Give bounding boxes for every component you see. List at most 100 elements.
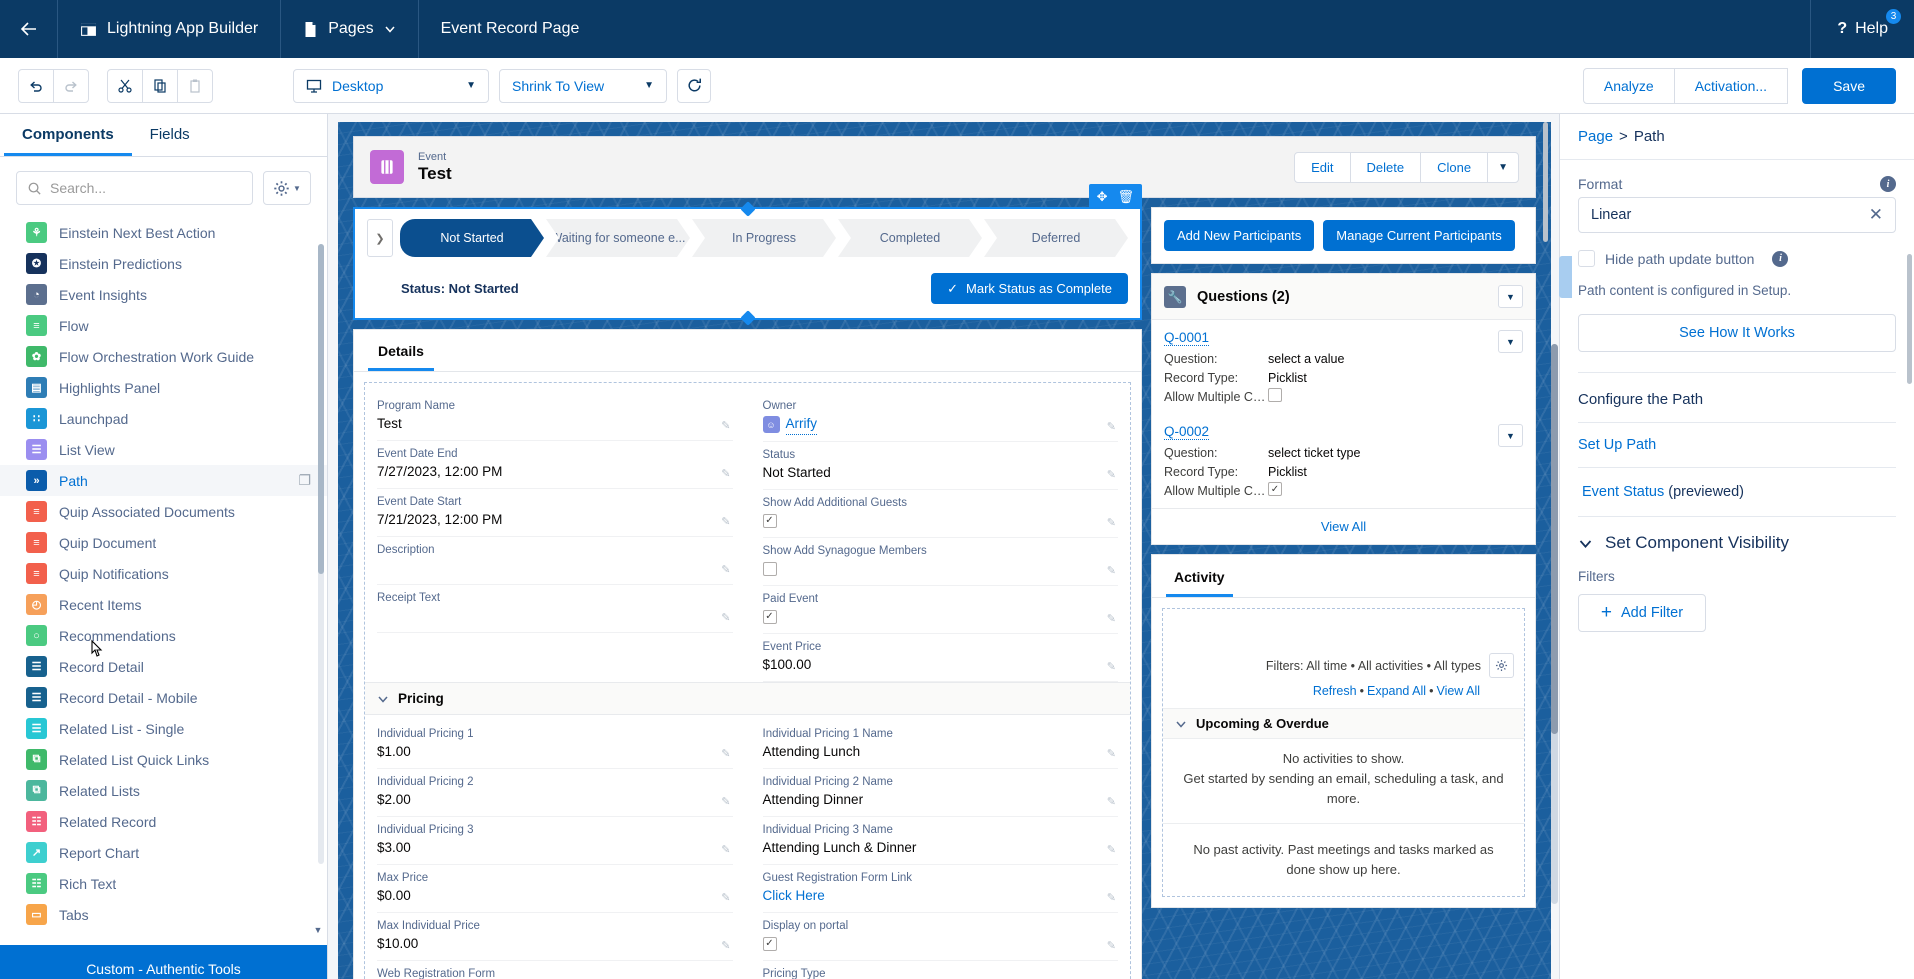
activation-button[interactable]: Activation... [1673,67,1789,104]
info-icon[interactable]: i [1772,250,1789,267]
edit-pencil-icon[interactable]: ✎ [1107,891,1116,904]
drag-move-icon[interactable]: ✥ [1097,189,1108,205]
tab-fields[interactable]: Fields [132,114,208,156]
paste-button[interactable] [177,68,213,103]
edit-pencil-icon[interactable]: ✎ [1107,468,1116,481]
activity-expand-all-link[interactable]: Expand All [1367,684,1426,698]
clone-button[interactable]: Clone [1420,151,1489,183]
component-item[interactable]: ☰ List View [0,434,327,465]
question-checkbox[interactable] [1268,388,1282,402]
edit-pencil-icon[interactable]: ✎ [1107,843,1116,856]
field-checkbox[interactable]: ✓ [762,514,777,528]
record-actions-menu-button[interactable]: ▼ [1487,151,1519,183]
edit-pencil-icon[interactable]: ✎ [721,419,730,432]
field-link[interactable]: Click Here [763,886,825,906]
components-settings-button[interactable]: ▼ [263,171,311,205]
field-checkbox[interactable] [762,562,777,576]
component-item[interactable]: ≡ Quip Associated Documents [0,496,327,527]
component-item[interactable]: ◔ Event Insights [0,279,327,310]
component-item[interactable]: ▤ Highlights Panel [0,372,327,403]
drag-handle-icon[interactable]: ❐ [298,472,311,489]
component-item[interactable]: ✿ Flow Orchestration Work Guide [0,341,327,372]
edit-pencil-icon[interactable]: ✎ [1107,747,1116,760]
edit-pencil-icon[interactable]: ✎ [1107,612,1116,625]
copy-button[interactable] [142,68,178,103]
path-previous-button[interactable]: ❯ [367,219,393,257]
component-item[interactable]: ∷ Launchpad [0,403,327,434]
search-box[interactable] [16,171,253,205]
upcoming-overdue-section[interactable]: Upcoming & Overdue [1163,708,1524,739]
resize-handle-top[interactable] [739,201,756,217]
edit-pencil-icon[interactable]: ✎ [721,611,730,624]
component-item[interactable]: ✪ Einstein Predictions [0,248,327,279]
manage-current-participants-button[interactable]: Manage Current Participants [1323,220,1515,251]
tab-activity[interactable]: Activity [1166,555,1233,597]
component-item[interactable]: ≡ Flow [0,310,327,341]
analyze-button[interactable]: Analyze [1582,67,1675,104]
edit-pencil-icon[interactable]: ✎ [1107,795,1116,808]
component-item[interactable]: ▭ Tabs [0,899,327,930]
component-item[interactable]: ☰ Record Detail - Mobile [0,682,327,713]
edit-pencil-icon[interactable]: ✎ [721,795,730,808]
activity-view-all-link[interactable]: View All [1436,684,1480,698]
device-selector[interactable]: Desktop ▼ [293,68,489,103]
component-item[interactable]: ◴ Recent Items [0,589,327,620]
set-component-visibility-toggle[interactable]: Set Component Visibility [1560,517,1914,563]
field-user-link[interactable]: Arrify [785,414,817,435]
format-select[interactable]: Linear ✕ [1578,197,1896,233]
component-item[interactable]: » Path ❐ [0,465,327,496]
custom-section-footer[interactable]: Custom - Authentic Tools [0,945,327,979]
edit-pencil-icon[interactable]: ✎ [721,467,730,480]
add-new-participants-button[interactable]: Add New Participants [1164,220,1315,251]
zoom-selector[interactable]: Shrink To View ▼ [499,68,667,103]
delete-button[interactable]: Delete [1349,151,1422,183]
mark-status-complete-button[interactable]: ✓ Mark Status as Complete [931,273,1128,304]
breadcrumb-page-link[interactable]: Page [1578,128,1613,145]
pricing-section-header[interactable]: Pricing [365,682,1130,715]
edit-pencil-icon[interactable]: ✎ [721,563,730,576]
highlights-panel-component[interactable]: Event Test Edit Delete Clone ▼ [353,136,1536,198]
activity-refresh-link[interactable]: Refresh [1313,684,1357,698]
component-item[interactable]: ⚘ Einstein Next Best Action [0,217,327,248]
panel-collapse-handle[interactable] [1559,256,1572,298]
set-up-path-link[interactable]: Set Up Path [1560,423,1914,467]
refresh-button[interactable] [677,68,711,103]
activity-filter-settings-button[interactable] [1489,653,1514,678]
component-item[interactable]: ☷ Related Record [0,806,327,837]
question-menu-button[interactable]: ▼ [1498,424,1523,447]
cut-button[interactable] [107,68,143,103]
info-icon[interactable]: i [1880,176,1896,192]
canvas-scrollbar[interactable] [1551,344,1558,904]
question-checkbox[interactable]: ✓ [1268,482,1282,496]
edit-pencil-icon[interactable]: ✎ [721,843,730,856]
path-steps[interactable]: Not Started Waiting for someone e... In Pr… [400,219,1128,257]
path-step[interactable]: Completed [838,219,982,257]
components-scrollbar[interactable] [318,244,324,864]
redo-button[interactable] [53,68,89,103]
close-icon[interactable]: ✕ [1869,205,1883,225]
path-step[interactable]: Not Started [400,219,544,257]
resize-handle-bottom[interactable] [739,310,756,326]
save-button[interactable]: Save [1802,67,1896,104]
question-id-link[interactable]: Q-0001 [1164,330,1210,346]
component-list[interactable]: ⚘ Einstein Next Best Action ✪ Einstein Pred… [0,217,327,979]
path-step[interactable]: Deferred [984,219,1128,257]
participants-buttons-component[interactable]: Add New Participants Manage Current Part… [1151,207,1536,264]
edit-pencil-icon[interactable]: ✎ [721,891,730,904]
questions-menu-button[interactable]: ▼ [1498,285,1523,308]
component-item[interactable]: ☷ Rich Text [0,868,327,899]
properties-scrollbar[interactable] [1907,254,1912,384]
back-button[interactable] [0,0,58,58]
component-item[interactable]: ⧉ Related List Quick Links [0,744,327,775]
see-how-it-works-button[interactable]: See How It Works [1578,314,1896,352]
activity-component[interactable]: Activity Filters: All time • All activit… [1151,554,1536,908]
side-column-scrollbar[interactable] [1543,122,1548,242]
questions-related-list[interactable]: 🔧 Questions (2) ▼ Q-0001 Question: select … [1151,273,1536,545]
record-detail-component[interactable]: Details Program Name Test ✎ Event Date End 7… [353,329,1142,979]
undo-button[interactable] [18,68,54,103]
edit-pencil-icon[interactable]: ✎ [721,939,730,952]
component-item[interactable]: ≡ Quip Document [0,527,327,558]
component-item[interactable]: ☰ Related List - Single [0,713,327,744]
add-filter-button[interactable]: + Add Filter [1578,594,1706,632]
question-menu-button[interactable]: ▼ [1498,330,1523,353]
